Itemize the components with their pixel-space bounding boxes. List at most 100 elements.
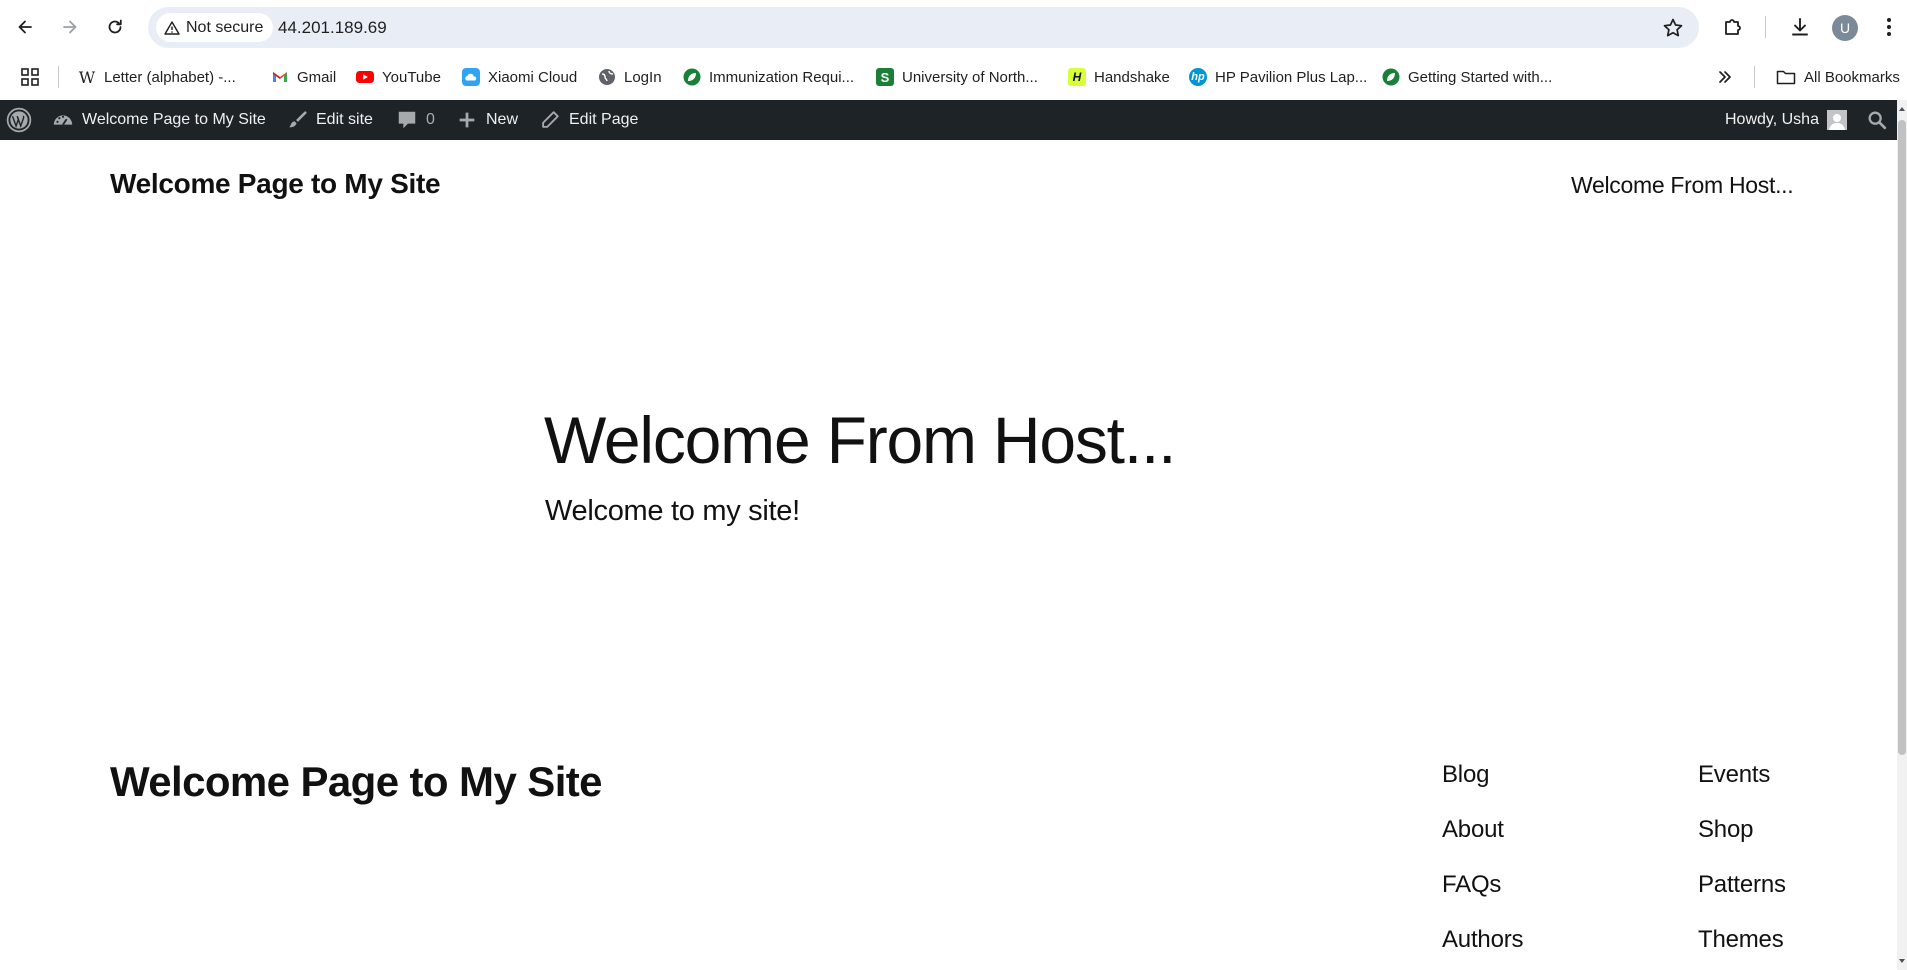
youtube-icon xyxy=(356,71,374,83)
browser-menu-button[interactable] xyxy=(1876,14,1902,40)
footer-link-authors[interactable]: Authors xyxy=(1442,926,1524,954)
footer-link-patterns[interactable]: Patterns xyxy=(1698,871,1786,899)
reload-button[interactable] xyxy=(98,10,132,44)
reload-icon xyxy=(108,19,122,34)
bookmark-item[interactable]: W Letter (alphabet) -... xyxy=(78,65,236,89)
bookmarks-divider xyxy=(58,66,59,88)
bookmark-item[interactable]: Xiaomi Cloud xyxy=(462,65,577,89)
bookmark-item[interactable]: Getting Started with... xyxy=(1382,65,1552,89)
admin-bar-edit-page[interactable]: Edit Page xyxy=(539,100,638,140)
handshake-icon: H xyxy=(1068,68,1086,86)
admin-bar-edit-page-label: Edit Page xyxy=(569,111,639,128)
nav-link-welcome[interactable]: Welcome From Host... xyxy=(1571,172,1794,199)
forward-button[interactable] xyxy=(53,10,87,44)
address-bar[interactable]: Not secure 44.201.189.69 xyxy=(148,7,1699,48)
browser-toolbar: Not secure 44.201.189.69 U xyxy=(0,0,1907,56)
back-button[interactable] xyxy=(8,10,42,44)
footer-link-events[interactable]: Events xyxy=(1698,761,1770,789)
admin-bar-new[interactable]: New xyxy=(456,100,518,140)
bookmark-label: HP Pavilion Plus Lap... xyxy=(1215,68,1368,86)
url-text[interactable]: 44.201.189.69 xyxy=(278,18,387,38)
wp-admin-bar: Welcome Page to My Site Edit site 0 New … xyxy=(0,100,1897,140)
puzzle-icon xyxy=(1725,19,1741,35)
brush-icon xyxy=(289,111,307,128)
footer-link-about[interactable]: About xyxy=(1442,816,1504,844)
bookmarks-bar: W Letter (alphabet) -... Gmail YouTube X… xyxy=(0,56,1907,100)
bookmark-item[interactable]: H Handshake xyxy=(1068,65,1170,89)
wp-logo-button[interactable] xyxy=(6,100,32,140)
plus-icon xyxy=(459,112,475,128)
profile-avatar[interactable]: U xyxy=(1832,15,1858,41)
bookmark-item[interactable]: Gmail xyxy=(271,65,336,89)
toolbar-divider xyxy=(1765,16,1766,38)
search-icon xyxy=(1868,111,1887,130)
bookmark-label: Immunization Requi... xyxy=(709,68,855,86)
site-info-chip[interactable]: Not secure xyxy=(156,13,274,42)
bookmark-label: University of North... xyxy=(902,68,1038,86)
download-icon xyxy=(1792,18,1808,36)
bookmark-item[interactable]: Immunization Requi... xyxy=(683,65,854,89)
bookmark-label: Getting Started with... xyxy=(1408,68,1553,86)
wikipedia-icon: W xyxy=(78,67,96,87)
admin-bar-edit-site-label: Edit site xyxy=(316,111,373,128)
site-title-link[interactable]: Welcome Page to My Site xyxy=(110,168,441,200)
footer-link-blog[interactable]: Blog xyxy=(1442,761,1489,789)
user-avatar-icon xyxy=(1826,110,1847,130)
bookmarks-overflow-button[interactable] xyxy=(1716,65,1734,89)
bookmark-item[interactable]: YouTube xyxy=(356,65,441,89)
more-vertical-icon xyxy=(1887,18,1891,36)
security-label: Not secure xyxy=(186,18,264,36)
admin-bar-comments[interactable]: 0 xyxy=(396,100,435,140)
howdy-label: Howdy, Usha xyxy=(1725,111,1819,128)
admin-bar-new-label: New xyxy=(486,111,519,128)
xiaomi-cloud-icon xyxy=(462,68,480,86)
forward-arrow-icon xyxy=(63,20,77,34)
double-chevron-right-icon xyxy=(1719,71,1731,83)
bookmark-label: LogIn xyxy=(624,68,662,86)
back-arrow-icon xyxy=(18,20,32,34)
wordpress-logo-icon xyxy=(6,107,32,133)
admin-bar-site-name[interactable]: Welcome Page to My Site xyxy=(52,100,266,140)
footer-site-title[interactable]: Welcome Page to My Site xyxy=(110,758,603,806)
university-icon: S xyxy=(876,68,894,86)
page-scrollbar[interactable] xyxy=(1897,100,1907,970)
hp-icon: hp xyxy=(1189,68,1207,86)
bookmark-label: Xiaomi Cloud xyxy=(488,68,578,86)
comment-bubble-icon xyxy=(398,111,416,129)
all-bookmarks-label: All Bookmarks xyxy=(1804,68,1900,86)
scrollbar-thumb[interactable] xyxy=(1898,120,1906,755)
bookmarks-divider xyxy=(1754,66,1755,88)
bookmark-item[interactable]: LogIn xyxy=(598,65,662,89)
globe-icon xyxy=(599,69,615,85)
bookmark-label: YouTube xyxy=(382,68,441,86)
admin-bar-edit-site[interactable]: Edit site xyxy=(286,100,373,140)
scroll-up-arrow-icon[interactable] xyxy=(1897,104,1907,114)
warning-icon xyxy=(164,20,180,35)
apps-grid-icon xyxy=(21,68,39,86)
admin-bar-search[interactable] xyxy=(1866,100,1888,140)
folder-icon xyxy=(1776,70,1796,85)
admin-bar-site-label: Welcome Page to My Site xyxy=(82,111,266,128)
admin-bar-account[interactable]: Howdy, Usha xyxy=(1725,100,1847,140)
page-body-text: Welcome to my site! xyxy=(545,495,800,527)
apps-button[interactable] xyxy=(20,65,40,89)
extensions-button[interactable] xyxy=(1720,14,1746,40)
bookmark-star-icon[interactable] xyxy=(1661,16,1685,40)
scroll-down-arrow-icon[interactable] xyxy=(1897,956,1907,966)
footer-link-faqs[interactable]: FAQs xyxy=(1442,871,1501,899)
bookmark-label: Letter (alphabet) -... xyxy=(104,68,236,86)
footer-link-themes[interactable]: Themes xyxy=(1698,926,1784,954)
gmail-icon xyxy=(273,72,287,82)
bookmark-item[interactable]: hp HP Pavilion Plus Lap... xyxy=(1189,65,1367,89)
comments-count: 0 xyxy=(426,111,435,128)
page-title: Welcome From Host... xyxy=(544,403,1176,477)
downloads-button[interactable] xyxy=(1787,14,1813,40)
leaf-icon xyxy=(1382,68,1400,86)
pencil-icon xyxy=(542,111,559,128)
footer-link-shop[interactable]: Shop xyxy=(1698,816,1753,844)
dashboard-gauge-icon xyxy=(53,115,73,126)
bookmark-label: Handshake xyxy=(1094,68,1170,86)
leaf-icon xyxy=(683,68,701,86)
bookmark-item[interactable]: S University of North... xyxy=(876,65,1038,89)
all-bookmarks-button[interactable]: All Bookmarks xyxy=(1776,65,1900,89)
